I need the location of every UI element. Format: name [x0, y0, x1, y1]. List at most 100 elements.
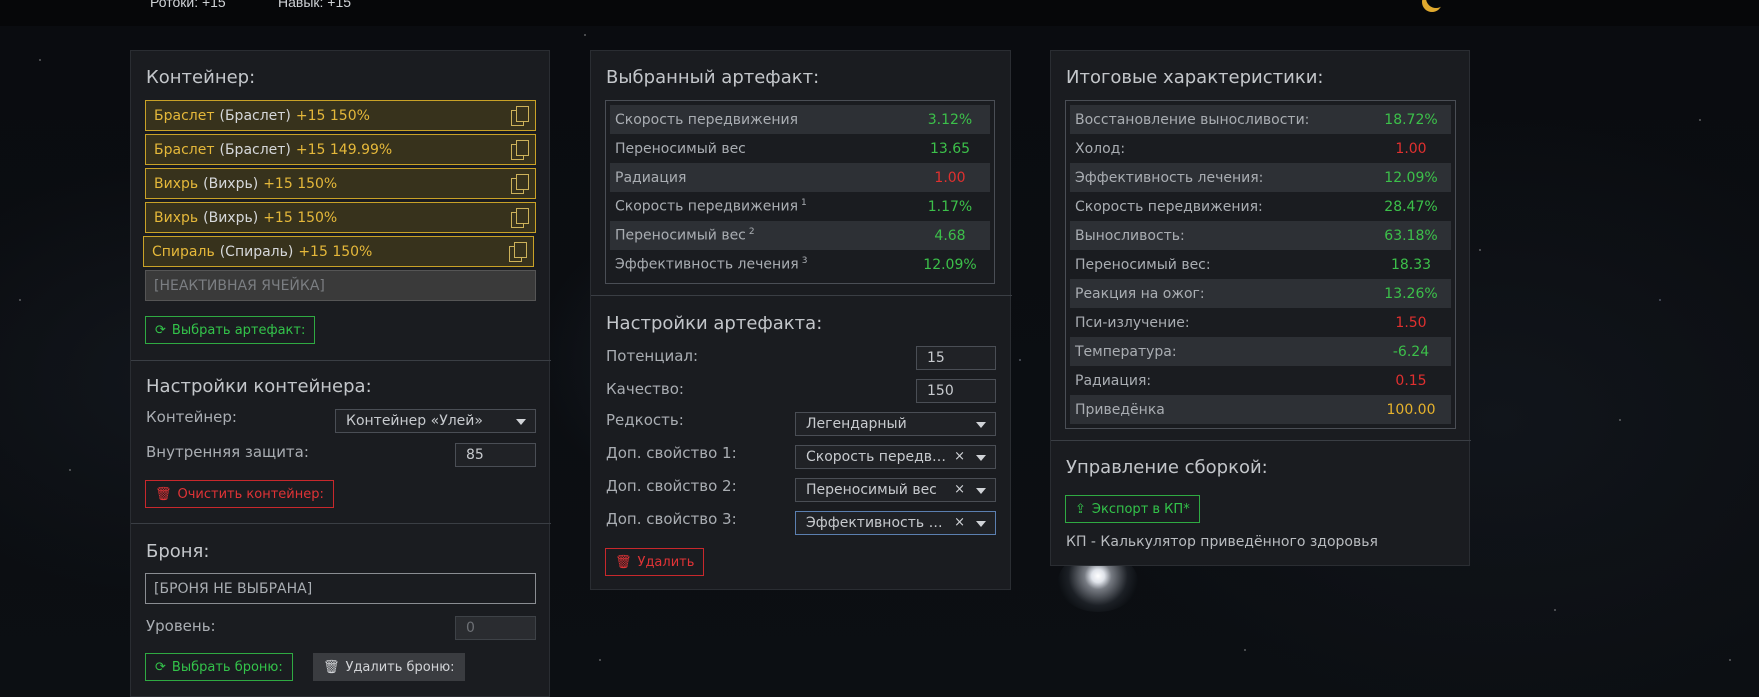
slot-artifact-stats: +15 150% — [295, 107, 370, 124]
slot-artifact-type: (Вихрь) — [203, 175, 259, 192]
rarity-label: Редкость: — [606, 411, 684, 429]
clear-icon[interactable]: × — [954, 515, 965, 530]
container-slot-2[interactable]: Браслет (Браслет) +15 149.99% — [145, 134, 536, 165]
delete-armor-button[interactable]: 🗑 Удалить броню: — [313, 653, 465, 681]
manage-title: Управление сборкой: — [1066, 457, 1268, 478]
stat-value: 1.50 — [1395, 314, 1427, 331]
divider — [1051, 440, 1471, 441]
stat-value: 1.00 — [1395, 140, 1427, 157]
artifact-stat-row: Переносимый вес 13.65 — [610, 134, 990, 163]
chevron-down-icon — [976, 521, 986, 527]
container-slot-5[interactable]: Спираль (Спираль) +15 150% — [143, 236, 534, 267]
summary-stat-row: Реакция на ожог: 13.26% — [1070, 279, 1451, 308]
chevron-down-icon — [516, 419, 526, 425]
quality-input[interactable]: 150 — [916, 379, 996, 403]
stat-value: 18.72% — [1384, 111, 1438, 128]
upload-icon: ⇪ — [1075, 501, 1086, 517]
rarity-select[interactable]: Легендарный — [795, 412, 996, 436]
artifact-stat-row: Скорость передвижения 3.12% — [610, 105, 990, 134]
stat-value: 1.17% — [927, 198, 973, 215]
container-select[interactable]: Контейнер «Улей» — [335, 409, 536, 433]
footnote: КП - Калькулятор приведённого здоровья — [1066, 534, 1378, 550]
stat-value: 4.68 — [934, 227, 966, 244]
stat-value: 63.18% — [1384, 227, 1438, 244]
stat-value: 3.12% — [927, 111, 973, 128]
divider — [131, 523, 551, 524]
slot-artifact-stats: +15 150% — [263, 209, 338, 226]
slot-artifact-type: (Браслет) — [219, 107, 291, 124]
slot-artifact-name: Спираль — [152, 243, 215, 260]
stat-value: 13.26% — [1384, 285, 1438, 302]
protection-label: Внутренняя защита: — [146, 443, 309, 461]
refresh-icon: ⟳ — [155, 659, 166, 675]
slot-artifact-type: (Спираль) — [219, 243, 294, 260]
stat-value: 13.65 — [929, 140, 971, 157]
prop3-select[interactable]: Эффективность лечения × — [795, 511, 996, 535]
stat-value: 100.00 — [1386, 401, 1436, 418]
armor-field[interactable]: [БРОНЯ НЕ ВЫБРАНА] — [145, 573, 536, 604]
container-panel: Контейнер: Браслет (Браслет) +15 150% Бр… — [130, 50, 551, 697]
artifact-title: Выбранный артефакт: — [606, 67, 820, 88]
slot-artifact-name: Вихрь — [154, 175, 199, 192]
copy-icon[interactable] — [511, 208, 529, 228]
container-title: Контейнер: — [146, 67, 256, 88]
nav-link-1[interactable]: Ротоки: +15 — [150, 0, 226, 10]
divider — [591, 295, 1012, 296]
stat-value: 12.09% — [923, 256, 977, 273]
clear-icon[interactable]: × — [954, 482, 965, 497]
clear-icon[interactable]: × — [954, 449, 965, 464]
stat-value: 12.09% — [1384, 169, 1438, 186]
stat-value: -6.24 — [1392, 343, 1430, 360]
nav-link-2[interactable]: Навык: +15 — [278, 0, 351, 10]
artifact-stats-table: Скорость передвижения 3.12% Переносимый … — [605, 100, 995, 284]
prop1-select[interactable]: Скорость передвижения × — [795, 445, 996, 469]
summary-stat-row: Выносливость: 63.18% — [1070, 221, 1451, 250]
delete-artifact-button[interactable]: 🗑 Удалить — [605, 548, 705, 576]
summary-stats-table: Восстановление выносливости: 18.72% Холо… — [1065, 100, 1456, 429]
potential-label: Потенциал: — [606, 347, 699, 365]
protection-input[interactable]: 85 — [455, 443, 536, 467]
slot-artifact-name: Браслет — [154, 141, 215, 158]
copy-icon[interactable] — [511, 140, 529, 160]
stat-value: 1.00 — [934, 169, 966, 186]
stat-value: 0.15 — [1395, 372, 1427, 389]
copy-icon[interactable] — [509, 242, 527, 262]
summary-stat-row: Скорость передвижения: 28.47% — [1070, 192, 1451, 221]
footnote-marker: 3 — [801, 256, 808, 267]
container-label: Контейнер: — [146, 408, 237, 426]
select-artifact-button[interactable]: ⟳ Выбрать артефакт: — [145, 316, 316, 344]
stat-value: 28.47% — [1384, 198, 1438, 215]
export-button[interactable]: ⇪ Экспорт в КП* — [1065, 495, 1200, 523]
summary-stat-row: Переносимый вес: 18.33 — [1070, 250, 1451, 279]
summary-stat-row: Эффективность лечения: 12.09% — [1070, 163, 1451, 192]
armor-title: Броня: — [146, 541, 210, 562]
artifact-stat-row: Радиация 1.00 — [610, 163, 990, 192]
summary-title: Итоговые характеристики: — [1066, 67, 1324, 88]
copy-icon[interactable] — [511, 174, 529, 194]
container-slot-4[interactable]: Вихрь (Вихрь) +15 150% — [145, 202, 536, 233]
refresh-icon: ⟳ — [155, 322, 166, 338]
clear-container-button[interactable]: 🗑 Очистить контейнер: — [145, 480, 334, 508]
theme-toggle-icon[interactable] — [1426, 0, 1446, 8]
prop2-label: Доп. свойство 2: — [606, 477, 737, 495]
summary-panel: Итоговые характеристики: Восстановление … — [1050, 50, 1471, 566]
trash-icon: 🗑 — [323, 659, 340, 675]
divider — [131, 360, 551, 361]
copy-icon[interactable] — [511, 106, 529, 126]
summary-stat-row: Радиация: 0.15 — [1070, 366, 1451, 395]
container-slot-3[interactable]: Вихрь (Вихрь) +15 150% — [145, 168, 536, 199]
slot-artifact-stats: +15 150% — [298, 243, 373, 260]
summary-stat-row: Приведёнка 100.00 — [1070, 395, 1451, 424]
prop1-label: Доп. свойство 1: — [606, 444, 737, 462]
potential-input[interactable]: 15 — [916, 346, 996, 370]
slot-artifact-stats: +15 150% — [263, 175, 338, 192]
select-armor-button[interactable]: ⟳ Выбрать броню: — [145, 653, 293, 681]
container-slot-1[interactable]: Браслет (Браслет) +15 150% — [145, 100, 536, 131]
prop3-label: Доп. свойство 3: — [606, 510, 737, 528]
trash-icon: 🗑 — [155, 486, 172, 502]
summary-stat-row: Температура: -6.24 — [1070, 337, 1451, 366]
inactive-slot: [НЕАКТИВНАЯ ЯЧЕЙКА] — [145, 270, 536, 301]
level-label: Уровень: — [146, 617, 216, 635]
prop2-select[interactable]: Переносимый вес × — [795, 478, 996, 502]
summary-stat-row: Восстановление выносливости: 18.72% — [1070, 105, 1451, 134]
